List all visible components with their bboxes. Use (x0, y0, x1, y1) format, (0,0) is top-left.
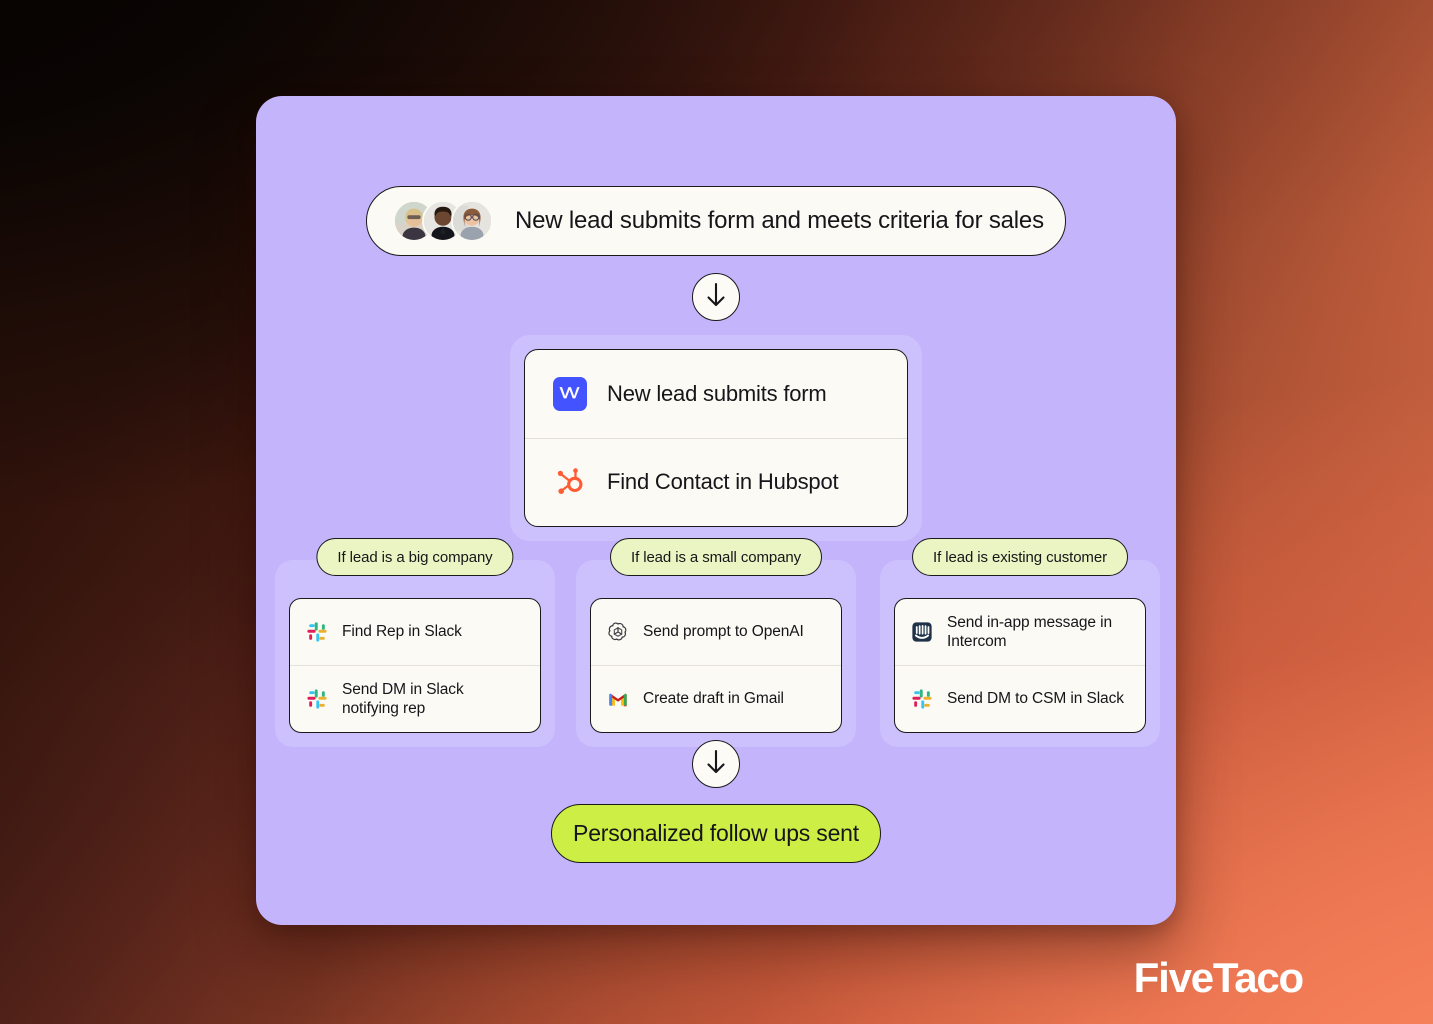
branch-label-0-1: Send DM in Slack notifying rep (342, 680, 464, 717)
trigger-pill[interactable]: New lead submits form and meets criteria… (366, 186, 1066, 256)
branch-label-2-1: Send DM to CSM in Slack (947, 690, 1124, 708)
main-card[interactable]: New lead submits form Find Contact in Hu… (524, 349, 908, 527)
branch-panel-small-company: If lead is a small company Send prompt t… (576, 538, 856, 747)
branch-row-0-0[interactable]: Find Rep in Slack (290, 599, 540, 665)
arrow-down-1 (692, 273, 740, 321)
branch-chip-0[interactable]: If lead is a big company (316, 538, 514, 576)
arrow-down-icon (704, 282, 728, 313)
brand-logo: FiveTaco (1133, 954, 1305, 1001)
gmail-icon (607, 688, 629, 710)
branch-row-0-1[interactable]: Send DM in Slack notifying rep (290, 665, 540, 732)
branch-row-1-1[interactable]: Create draft in Gmail (591, 665, 841, 732)
branch-label-0-0: Find Rep in Slack (342, 623, 462, 641)
main-card-row-0[interactable]: New lead submits form (525, 350, 907, 438)
branch-row-1-0[interactable]: Send prompt to OpenAI (591, 599, 841, 665)
branch-card-0[interactable]: Find Rep in Slack Send DM in Slack notif… (289, 598, 541, 733)
arrow-down-icon (704, 749, 728, 780)
result-pill[interactable]: Personalized follow ups sent (551, 804, 881, 863)
branch-label-2-0: Send in-app message in Intercom (947, 613, 1112, 650)
branch-chip-2[interactable]: If lead is existing customer (912, 538, 1128, 576)
branch-row-2-0[interactable]: Send in-app message in Intercom (895, 599, 1145, 665)
main-card-label-0: New lead submits form (607, 380, 827, 406)
slack-icon (306, 621, 328, 643)
branch-panel-existing-customer: If lead is existing customer Send in-app… (880, 538, 1160, 747)
result-label: Personalized follow ups sent (573, 820, 859, 846)
avatar-person-3 (451, 200, 493, 242)
workflow-board: New lead submits form and meets criteria… (256, 96, 1176, 925)
main-card-row-1[interactable]: Find Contact in Hubspot (525, 437, 907, 527)
branch-card-1[interactable]: Send prompt to OpenAI Create draft in Gm… (590, 598, 842, 733)
main-card-label-1: Find Contact in Hubspot (607, 469, 839, 495)
branch-row-2-1[interactable]: Send DM to CSM in Slack (895, 665, 1145, 732)
slack-icon (306, 688, 328, 710)
openai-icon (607, 621, 629, 643)
slack-icon (911, 688, 933, 710)
branch-label-1-0: Send prompt to OpenAI (643, 623, 804, 641)
trigger-label: New lead submits form and meets criteria… (515, 207, 1044, 234)
avatar-stack (393, 200, 493, 242)
hubspot-icon (553, 465, 587, 499)
branch-chip-1[interactable]: If lead is a small company (610, 538, 822, 576)
main-card-panel: New lead submits form Find Contact in Hu… (510, 335, 922, 541)
arrow-down-2 (692, 740, 740, 788)
webflow-icon (553, 376, 587, 411)
branch-card-2[interactable]: Send in-app message in Intercom Send DM … (894, 598, 1146, 733)
intercom-icon (911, 621, 933, 643)
branch-panel-big-company: If lead is a big company Find Rep in Sla… (275, 538, 555, 747)
branch-label-1-1: Create draft in Gmail (643, 690, 784, 708)
